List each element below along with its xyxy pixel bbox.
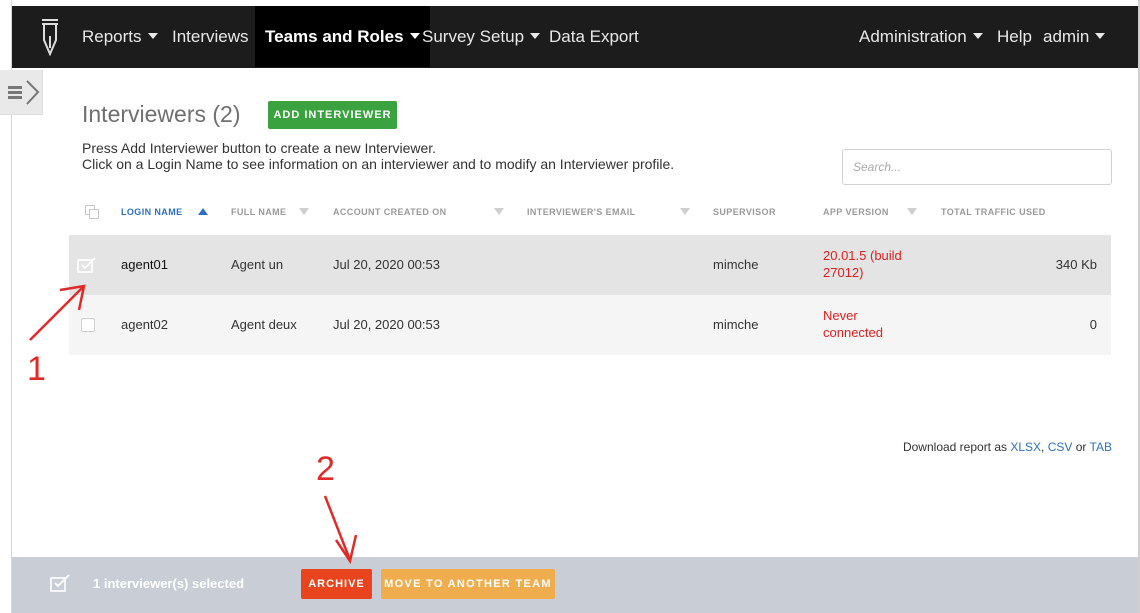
column-supervisor[interactable]: SUPERVISOR xyxy=(713,207,776,217)
archive-button[interactable]: ARCHIVE xyxy=(301,569,372,599)
move-to-team-button[interactable]: MOVE TO ANOTHER TEAM xyxy=(381,569,555,599)
select-all-icon[interactable] xyxy=(85,205,99,219)
app-version: 20.01.5 (build 27012) xyxy=(823,248,902,280)
selection-icon xyxy=(50,574,70,592)
table-row[interactable]: agent02 Agent deux Jul 20, 2020 00:53 mi… xyxy=(69,295,1111,355)
download-tab-link[interactable]: TAB xyxy=(1090,440,1112,454)
login-name-link[interactable]: agent01 xyxy=(121,257,168,272)
nav-help[interactable]: Help xyxy=(997,6,1032,67)
nav-data-export[interactable]: Data Export xyxy=(549,6,639,67)
chevron-down-icon xyxy=(530,32,541,39)
supervisor: mimche xyxy=(713,317,759,332)
download-report: Download report as XLSX, CSV or TAB xyxy=(902,440,1112,454)
column-total-traffic[interactable]: TOTAL TRAFFIC USED xyxy=(941,207,1046,217)
instruction-line-1: Press Add Interviewer button to create a… xyxy=(82,140,437,156)
chevron-down-icon xyxy=(972,32,983,39)
chevron-down-icon xyxy=(409,32,420,39)
sort-icon[interactable] xyxy=(907,208,917,215)
instructions: Press Add Interviewer button to create a… xyxy=(82,140,674,172)
sidebar-toggle[interactable] xyxy=(0,70,43,115)
nav-interviews[interactable]: Interviews xyxy=(172,6,249,67)
sort-icon[interactable] xyxy=(680,208,690,215)
app-version: Never connected xyxy=(823,308,883,340)
column-full-name[interactable]: FULL NAME xyxy=(231,207,286,217)
table-row[interactable]: agent01 Agent un Jul 20, 2020 00:53 mimc… xyxy=(69,235,1111,295)
nav-survey-setup[interactable]: Survey Setup xyxy=(422,6,541,67)
full-name: Agent deux xyxy=(231,317,297,332)
column-login-name[interactable]: LOGIN NAME xyxy=(121,207,183,217)
sidebar-expand-icon xyxy=(8,80,40,105)
search-input[interactable] xyxy=(842,149,1112,185)
sort-icon[interactable] xyxy=(494,208,504,215)
top-navbar: Reports Interviews Teams and Roles Surve… xyxy=(12,6,1140,68)
login-name-link[interactable]: agent02 xyxy=(121,317,168,332)
column-email[interactable]: INTERVIEWER'S EMAIL xyxy=(527,207,636,217)
selected-row-icon[interactable] xyxy=(77,256,97,274)
download-csv-link[interactable]: CSV xyxy=(1048,440,1073,454)
page-title: Interviewers (2) xyxy=(82,101,241,127)
sort-ascending-icon[interactable] xyxy=(198,208,208,215)
supervisor: mimche xyxy=(713,257,759,272)
account-created: Jul 20, 2020 00:53 xyxy=(333,317,440,332)
nav-teams-and-roles[interactable]: Teams and Roles xyxy=(255,6,430,67)
annotation-number-1: 1 xyxy=(27,350,46,388)
chevron-down-icon xyxy=(1095,32,1106,39)
nav-reports[interactable]: Reports xyxy=(82,6,158,67)
account-created: Jul 20, 2020 00:53 xyxy=(333,257,440,272)
column-account-created[interactable]: ACCOUNT CREATED ON xyxy=(333,207,447,217)
annotation-arrow-2 xyxy=(323,495,352,561)
column-app-version[interactable]: APP VERSION xyxy=(823,207,889,217)
add-interviewer-button[interactable]: ADD INTERVIEWER xyxy=(268,101,397,129)
chevron-down-icon xyxy=(147,32,158,39)
selected-count: 1 interviewer(s) selected xyxy=(93,576,245,591)
download-xlsx-link[interactable]: XLSX xyxy=(1010,440,1041,454)
nav-administration[interactable]: Administration xyxy=(859,6,983,67)
total-traffic: 340 Kb xyxy=(1055,257,1097,272)
annotation-number-2: 2 xyxy=(316,450,335,488)
full-name: Agent un xyxy=(231,257,284,272)
download-label: Download report as xyxy=(902,440,1011,454)
total-traffic: 0 xyxy=(1089,317,1097,332)
row-checkbox[interactable] xyxy=(81,318,95,332)
nav-admin-user[interactable]: admin xyxy=(1043,6,1106,67)
instruction-line-2: Click on a Login Name to see information… xyxy=(82,156,675,172)
logo-icon[interactable] xyxy=(40,18,60,56)
sort-icon[interactable] xyxy=(299,208,309,215)
